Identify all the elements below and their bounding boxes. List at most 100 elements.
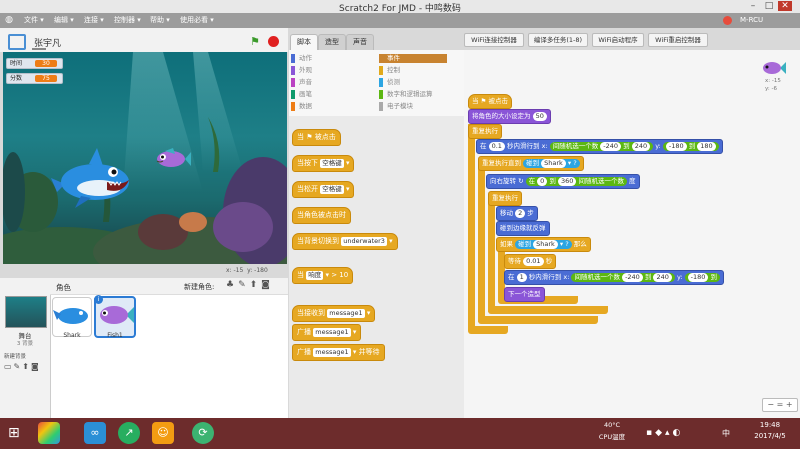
maximize-button[interactable]: □ xyxy=(762,1,776,11)
cpu-temp-label: CPU温度 xyxy=(598,433,626,441)
input-lang[interactable]: 中 xyxy=(722,428,730,439)
tab-costumes[interactable]: 造型 xyxy=(318,34,346,50)
category-operators[interactable]: 数字和逻辑运算 xyxy=(379,90,457,99)
script-forever-inner[interactable]: 重复执行 xyxy=(488,191,522,206)
sprite-x: x: -15 xyxy=(765,78,781,84)
stage-backdrop-count: 3 背景 xyxy=(16,341,34,347)
script-set-size[interactable]: 将角色的大小设定为 50 xyxy=(468,109,551,124)
fullscreen-icon[interactable] xyxy=(8,34,26,50)
category-events[interactable]: 事件 xyxy=(379,54,447,63)
new-sprite-label: 新建角色: xyxy=(184,283,215,291)
script-wait[interactable]: 等待 0.01 秒 xyxy=(504,254,557,269)
script-repeat-until[interactable]: 重复执行直到 碰到 Shark ▾ ? xyxy=(478,156,584,171)
sprites-title: 角色 xyxy=(56,283,71,292)
var-monitor-score: 分数 75 xyxy=(6,73,63,84)
tray-icons[interactable]: ▪◆▴◐ xyxy=(646,428,683,438)
windows-start-icon[interactable]: ⊞ xyxy=(8,426,20,440)
category-sensing[interactable]: 侦测 xyxy=(379,78,447,87)
script-if-touching[interactable]: 如果 碰到 Shark ▾ ? 那么 xyxy=(496,237,591,252)
clock-date[interactable]: 2017/4/5 xyxy=(750,432,790,440)
menu-guide[interactable]: 使用必看 ▾ xyxy=(180,15,214,26)
script-bounce[interactable]: 碰到边缘就反弹 xyxy=(496,221,550,236)
menu-connect[interactable]: 连接 ▾ xyxy=(84,15,104,26)
wifi-start-button[interactable]: WiFi启动程序 xyxy=(592,33,644,47)
palette-when-key-pressed[interactable]: 当按下 空格键 ▾ xyxy=(292,155,355,172)
stage-thumbnail[interactable] xyxy=(5,296,47,328)
sprites-header: 角色 新建角色: ♣✎⬆◙ xyxy=(50,278,288,295)
menu-file[interactable]: 文件 ▾ xyxy=(24,15,44,26)
globe-icon[interactable]: ◍ xyxy=(3,15,15,26)
scratch-app-icon[interactable]: ☺ xyxy=(152,422,174,444)
sprite-thumb-shark[interactable]: Shark xyxy=(52,297,92,339)
compile-multitask-button[interactable]: 编译多任务(1-8) xyxy=(528,33,588,47)
sprite-thumb-fish1[interactable]: i Fish1 xyxy=(94,295,136,339)
app-icon-1[interactable] xyxy=(38,422,60,444)
palette-when-receive[interactable]: 当接收到 message1 ▾ xyxy=(292,305,376,322)
var-time-value: 30 xyxy=(35,60,57,67)
palette-when-loudness[interactable]: 当 响度 ▾ > 10 xyxy=(292,267,354,284)
category-sound[interactable]: 声音 xyxy=(291,78,379,87)
menu-help[interactable]: 帮助 ▾ xyxy=(150,15,170,26)
menu-bar: ◍ 文件 ▾ 编辑 ▾ 连接 ▾ 控制器 ▾ 帮助 ▾ 使用必看 ▾ M-RCU… xyxy=(0,13,800,47)
category-data[interactable]: 数据 xyxy=(291,102,379,111)
forever-outer-arm xyxy=(468,124,475,332)
cpu-temp: 40°C xyxy=(603,421,621,429)
taskbar: ⊞ ∞ ↗ ☺ ⟳ 40°C CPU温度 ▪◆▴◐ 中 19:48 2017/4… xyxy=(0,418,800,449)
forever-outer-foot xyxy=(468,326,508,334)
menu-controller[interactable]: 控制器 ▾ xyxy=(114,15,141,26)
palette-broadcast[interactable]: 广播 message1 ▾ xyxy=(292,324,362,341)
app-icon-5[interactable]: ⟳ xyxy=(192,422,214,444)
repeat-until-arm xyxy=(478,167,485,322)
new-sprite-icons[interactable]: ♣✎⬆◙ xyxy=(226,280,274,290)
palette-broadcast-and-wait[interactable]: 广播 message1 ▾ 并等待 xyxy=(292,344,385,361)
new-backdrop-label: 新建背景 xyxy=(4,354,27,360)
app-icon-2[interactable]: ∞ xyxy=(84,422,106,444)
stop-icon[interactable] xyxy=(268,36,279,47)
clock-time[interactable]: 19:48 xyxy=(750,421,790,429)
title-bar: Scratch2 For JMD - 中鸣数码 – □ ✕ xyxy=(0,0,800,14)
stage-canvas[interactable]: 时间 30 分数 75 xyxy=(3,52,287,264)
var-score-value: 75 xyxy=(35,75,57,82)
script-toolbar: WiFi连接控制器 编译多任务(1-8) WiFi启动程序 WiFi重启控制器 xyxy=(464,28,800,50)
minimize-button[interactable]: – xyxy=(746,1,760,11)
category-list: 动作 事件 外观 控制 声音 侦测 画笔 数字和逻辑运算 数据 电子模块 xyxy=(289,50,464,116)
app-icon-3[interactable]: ↗ xyxy=(118,422,140,444)
script-area[interactable]: x: -15 y: -6 当 ⚑ 被点击 将角色的大小设定为 50 重复执行 在… xyxy=(464,50,800,418)
forever-inner-arm xyxy=(488,202,495,312)
script-glide-random-1[interactable]: 在 0.1 秒内滑行到 x: 间随机选一个数 -240 到 240 y: -18… xyxy=(476,139,723,154)
script-when-flag-clicked[interactable]: 当 ⚑ 被点击 xyxy=(468,94,512,109)
category-control[interactable]: 控制 xyxy=(379,66,447,75)
category-pen[interactable]: 画笔 xyxy=(291,90,379,99)
zoom-controls[interactable]: − = + xyxy=(762,398,798,412)
tab-scripts[interactable]: 脚本 xyxy=(290,34,318,50)
palette-when-key-released[interactable]: 当松开 空格键 ▾ xyxy=(292,181,355,198)
script-glide-random-2[interactable]: 在 1 秒内滑行到 x: 间随机选一个数 -240 到 240 y: -180 … xyxy=(504,270,724,285)
palette-when-sprite-clicked[interactable]: 当角色被点击时 xyxy=(292,207,351,224)
palette-when-flag-clicked[interactable]: 当 ⚑ 被点击 xyxy=(292,129,341,146)
close-button[interactable]: ✕ xyxy=(778,1,792,11)
wifi-connect-button[interactable]: WiFi连接控制器 xyxy=(464,33,524,47)
new-backdrop-icons[interactable]: ▭✎⬆◙ xyxy=(4,362,41,371)
block-palette: 当 ⚑ 被点击 当按下 空格键 ▾ 当松开 空格键 ▾ 当角色被点击时 当背景切… xyxy=(289,116,464,418)
stage-list: 舞台 3 背景 新建背景 ▭✎⬆◙ xyxy=(0,278,51,418)
menu-edit[interactable]: 编辑 ▾ xyxy=(54,15,74,26)
category-motion[interactable]: 动作 xyxy=(291,54,379,63)
shark-sprite[interactable] xyxy=(51,148,141,208)
var-monitor-time: 时间 30 xyxy=(6,58,63,69)
script-turn-random[interactable]: 向右旋转 ↻ 在 0 到 360 间随机选一个数 度 xyxy=(486,174,640,189)
category-looks[interactable]: 外观 xyxy=(291,66,379,75)
script-forever-outer[interactable]: 重复执行 xyxy=(468,124,502,139)
script-next-costume[interactable]: 下一个造型 xyxy=(504,287,545,302)
palette-tabs: 脚本 造型 声音 xyxy=(289,28,464,50)
category-electronics[interactable]: 电子模块 xyxy=(379,102,447,111)
fish-sprite[interactable] xyxy=(155,148,191,170)
palette-when-backdrop-switches[interactable]: 当背景切换到 underwater3 ▾ xyxy=(292,233,398,250)
wifi-restart-button[interactable]: WiFi重启控制器 xyxy=(648,33,708,47)
tab-sounds[interactable]: 声音 xyxy=(346,34,374,50)
green-flag-icon[interactable]: ⚑ xyxy=(250,35,260,48)
sprite-y: y: -6 xyxy=(765,86,777,92)
stage-header: 张宇凡 ⚑ xyxy=(0,28,288,52)
sprite-name-shark: Shark xyxy=(63,332,81,339)
status-dot-icon xyxy=(723,16,732,25)
script-move-steps[interactable]: 移动 2 步 xyxy=(496,206,538,221)
